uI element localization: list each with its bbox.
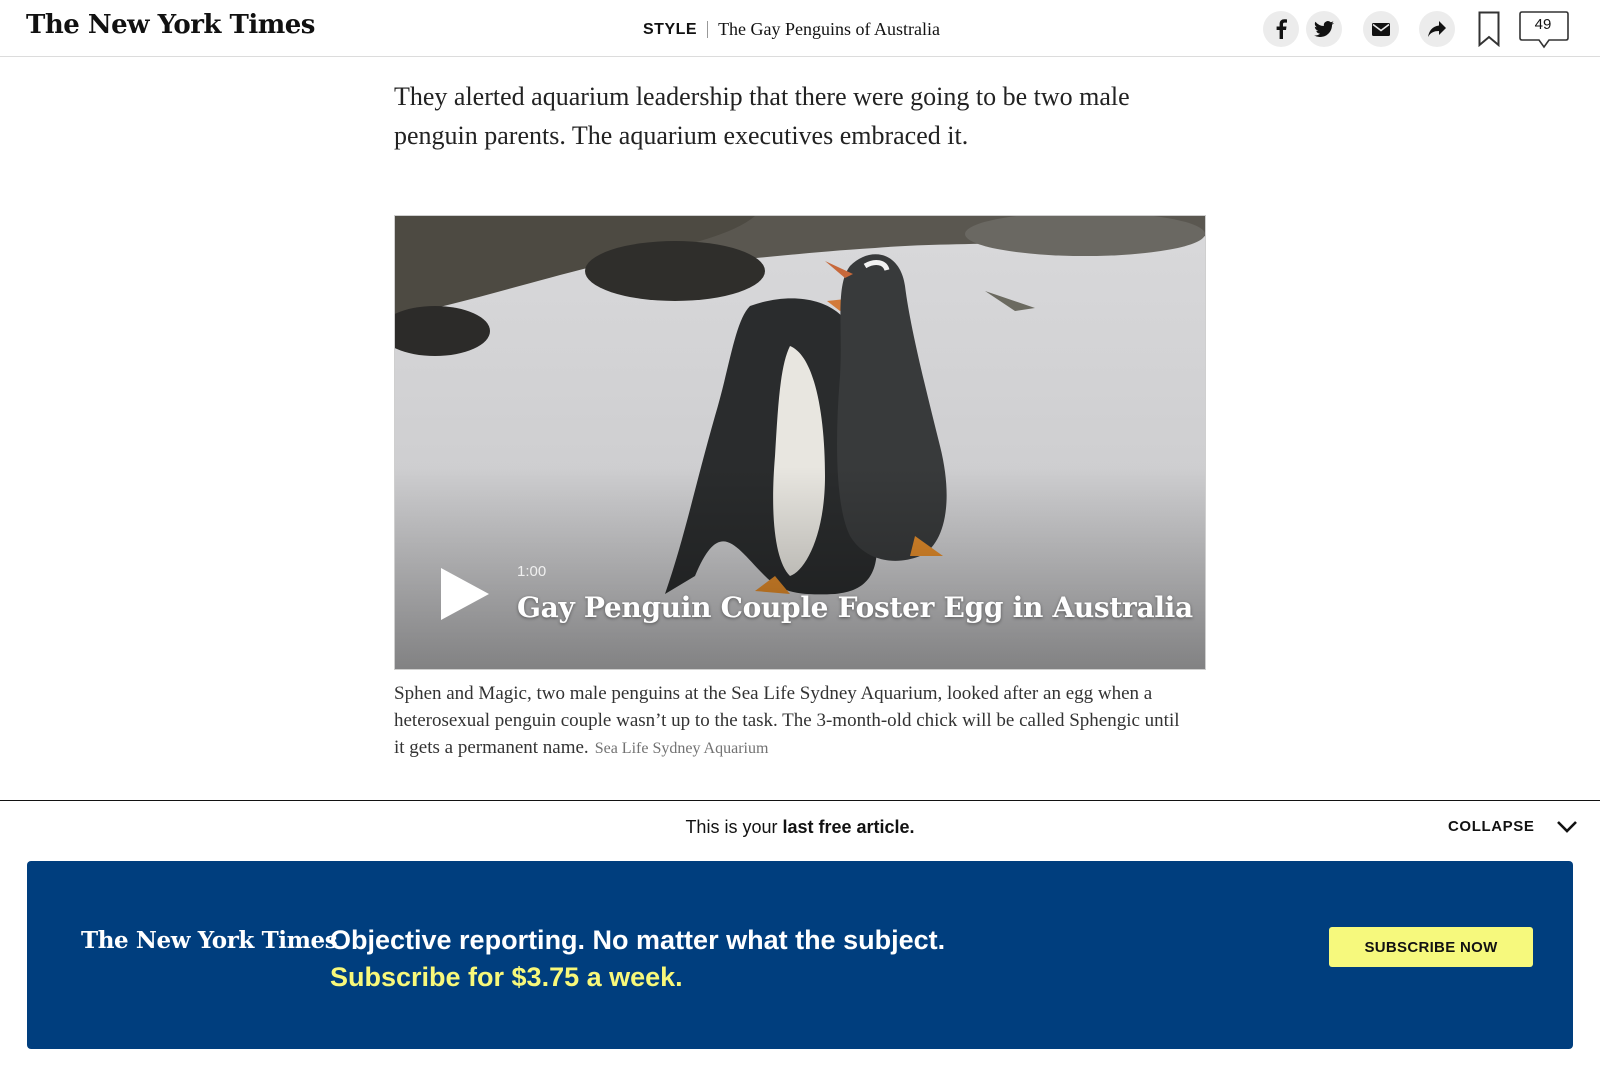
- collapse-label: COLLAPSE: [1448, 818, 1535, 835]
- free-article-notice: This is your last free article.: [0, 817, 1600, 838]
- share-icon: [1428, 21, 1446, 37]
- comment-count: 49: [1534, 16, 1552, 33]
- video-title[interactable]: Gay Penguin Couple Foster Egg in Austral…: [517, 591, 1193, 624]
- promo-nyt-logo: The New York Times: [81, 927, 338, 954]
- comments-button[interactable]: 49: [1519, 11, 1569, 49]
- play-icon[interactable]: [439, 566, 491, 622]
- promo-price: Subscribe for $3.75 a week.: [330, 962, 683, 992]
- share-button[interactable]: [1419, 11, 1455, 47]
- divider: [707, 21, 709, 38]
- facebook-icon: [1276, 19, 1287, 39]
- video-duration: 1:00: [517, 563, 547, 580]
- twitter-button[interactable]: [1306, 11, 1342, 47]
- header-headline: The Gay Penguins of Australia: [718, 19, 941, 39]
- email-button[interactable]: [1363, 11, 1399, 47]
- section-breadcrumb: STYLE The Gay Penguins of Australia: [643, 19, 940, 40]
- twitter-icon: [1314, 21, 1334, 37]
- bookmark-icon[interactable]: [1478, 11, 1500, 47]
- caption-text: Sphen and Magic, two male penguins at th…: [394, 683, 1180, 758]
- top-bar: The New York Times STYLE The Gay Penguin…: [0, 0, 1600, 57]
- section-label[interactable]: STYLE: [643, 21, 697, 39]
- notice-bold: last free article.: [782, 817, 915, 837]
- video-caption: Sphen and Magic, two male penguins at th…: [394, 680, 1194, 762]
- nyt-logo[interactable]: The New York Times: [26, 10, 315, 40]
- subscribe-now-button[interactable]: SUBSCRIBE NOW: [1329, 927, 1533, 967]
- promo-headline: Objective reporting. No matter what the …: [330, 925, 946, 955]
- notice-prefix: This is your: [685, 817, 783, 837]
- email-icon: [1372, 22, 1390, 36]
- caption-credit: Sea Life Sydney Aquarium: [594, 740, 769, 757]
- chevron-down-icon: [1557, 820, 1578, 833]
- collapse-button[interactable]: COLLAPSE: [1448, 818, 1578, 835]
- video-player[interactable]: 1:00 Gay Penguin Couple Foster Egg in Au…: [394, 215, 1206, 670]
- article-paragraph: They alerted aquarium leadership that th…: [394, 82, 1130, 150]
- facebook-button[interactable]: [1263, 11, 1299, 47]
- subscribe-promo: The New York Times Objective reporting. …: [27, 861, 1573, 1049]
